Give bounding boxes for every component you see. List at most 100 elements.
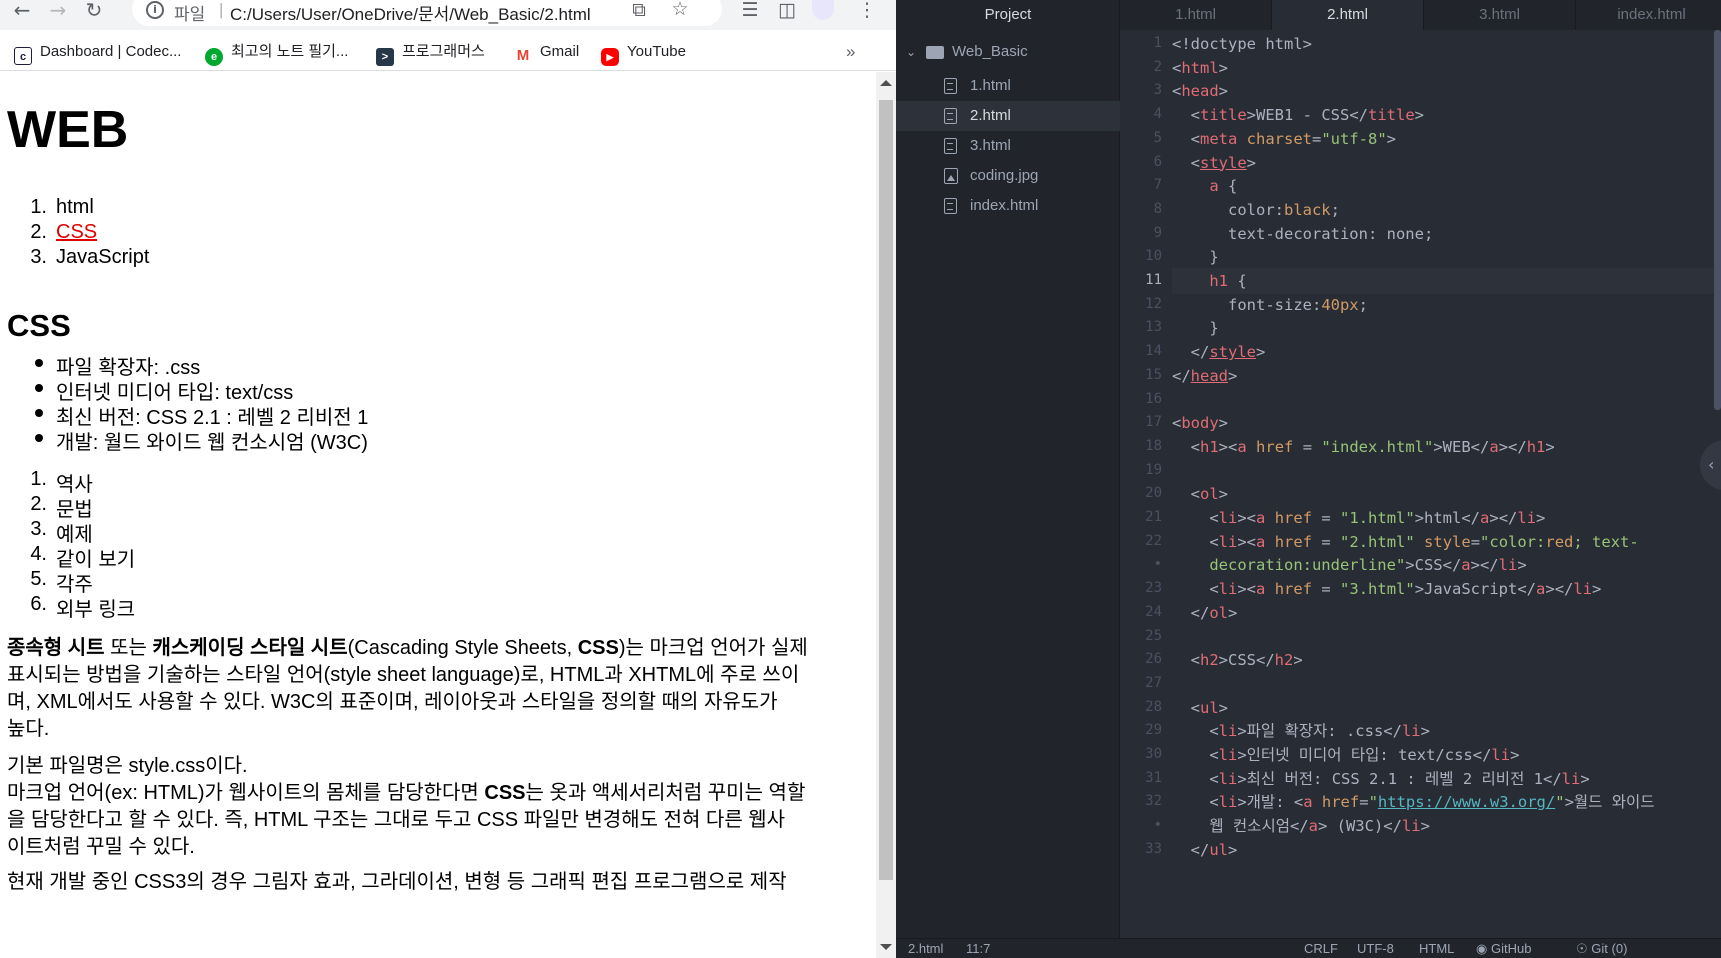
status-git[interactable]: ☉ Git (0) [1576, 939, 1627, 958]
code-line: <li>인터넷 미디어 타입: text/css</li> [1172, 746, 1520, 764]
browser-window: ← → ↻ i 파일 | C:/Users/User/OneDrive/문서/W… [0, 0, 896, 958]
page-scrollbar[interactable] [876, 72, 896, 958]
code-editor: Project ⌄ Web_Basic 1.html 2.html 3.html… [896, 0, 1721, 958]
bookmark-youtube[interactable]: ▶ YouTube [601, 39, 686, 66]
line-number: 16 [1145, 390, 1162, 407]
line-number: 31 [1145, 769, 1162, 786]
page-heading: WEB [7, 100, 128, 160]
tab-2-html[interactable]: 2.html [1272, 0, 1424, 30]
editor-tabs: 1.html 2.html 3.html index.html [1120, 0, 1721, 30]
code-line: <li>파일 확장자: .css</li> [1172, 722, 1430, 741]
code-line: <h2>CSS</h2> [1172, 651, 1303, 670]
file-text-icon [944, 138, 957, 154]
line-number: 6 [1153, 153, 1162, 170]
line-number: 30 [1145, 746, 1162, 762]
tree-file-3-html[interactable]: 3.html [896, 131, 1120, 161]
code-line: <li><a href = "1.html">html</a></li> [1172, 509, 1546, 527]
bookmark-codecademy[interactable]: c Dashboard | Codec... [14, 39, 181, 65]
line-number: 26 [1145, 651, 1162, 668]
code-line: color:black; [1172, 200, 1340, 219]
tree-file-index-html[interactable]: index.html [896, 191, 1120, 221]
status-cursor-position[interactable]: 11:7 [966, 939, 990, 958]
bookmark-star-icon[interactable]: ☆ [668, 0, 692, 20]
code-line: a { [1209, 177, 1238, 196]
kebab-menu-icon[interactable]: ⋮ [855, 0, 879, 21]
nav-link-javascript[interactable]: JavaScript [56, 246, 149, 268]
reading-list-icon[interactable]: ☰ [738, 0, 762, 21]
info-icon[interactable]: i [146, 1, 164, 19]
code-line: <li>개발: <a href="https://www.w3.org/">월드… [1172, 793, 1655, 812]
scroll-down-arrow-icon[interactable] [880, 944, 892, 950]
code-line: <head> [1172, 82, 1229, 101]
nav-link-css[interactable]: CSS [56, 221, 97, 243]
status-bar: 2.html 11:7 CRLF UTF-8 HTML ◉ GitHub ☉ G… [896, 938, 1721, 958]
line-number: 25 [1145, 627, 1162, 644]
tab-index-html[interactable]: index.html [1576, 0, 1721, 30]
scroll-up-arrow-icon[interactable] [880, 80, 892, 86]
line-number: 1 [1153, 35, 1162, 51]
line-number: 9 [1153, 224, 1162, 241]
status-file[interactable]: 2.html [908, 939, 943, 958]
code-area[interactable]: <!doctype html> <html> <head> <title>WEB1 … [1172, 30, 1718, 938]
back-arrow-icon[interactable]: ← [8, 0, 36, 24]
css3-paragraph: 현재 개발 중인 CSS3의 경우 그림자 효과, 그라데이션, 변형 등 그래… [7, 871, 787, 893]
code-line: h1 { [1209, 272, 1247, 290]
url-text[interactable]: C:/Users/User/OneDrive/문서/Web_Basic/2.ht… [230, 0, 591, 25]
code-line: </ol> [1172, 603, 1238, 622]
line-number: 15 [1145, 366, 1162, 383]
current-line-highlight [1172, 268, 1718, 294]
line-number: 4 [1153, 106, 1162, 123]
status-github[interactable]: ◉ GitHub [1476, 939, 1531, 958]
bookmark-evernote[interactable]: e 최고의 노트 필기... [205, 39, 348, 66]
code-line: </ul> [1172, 840, 1238, 859]
bookmarks-overflow-icon[interactable]: » [846, 39, 855, 65]
line-number: 21 [1145, 509, 1162, 525]
tab-1-html[interactable]: 1.html [1120, 0, 1272, 30]
tree-file-1-html[interactable]: 1.html [896, 71, 1120, 101]
side-panel-icon[interactable]: ◫ [775, 0, 799, 21]
line-number: 12 [1145, 295, 1162, 312]
code-line: font-size:40px; [1172, 295, 1368, 314]
bookmark-programmers[interactable]: > 프로그래머스 [376, 39, 485, 66]
status-line-ending[interactable]: CRLF [1304, 939, 1338, 958]
share-icon[interactable]: ⧉ [627, 0, 651, 21]
code-line: <meta charset="utf-8"> [1172, 129, 1397, 148]
status-encoding[interactable]: UTF-8 [1357, 939, 1394, 958]
code-line: <style> [1172, 153, 1257, 172]
url-separator: | [219, 0, 224, 19]
code-line: <title>WEB1 - CSS</title> [1172, 106, 1425, 125]
line-number: 11 [1145, 272, 1162, 288]
code-line: <body> [1172, 414, 1229, 433]
scrollbar-thumb[interactable] [879, 100, 893, 880]
tree-folder-web-basic[interactable]: ⌄ Web_Basic [896, 37, 1120, 67]
line-number: 13 [1145, 319, 1162, 336]
line-number: 14 [1145, 343, 1162, 360]
tree-file-coding-jpg[interactable]: coding.jpg [896, 161, 1120, 191]
file-text-icon [944, 198, 957, 214]
line-number: 20 [1145, 485, 1162, 502]
line-number: 18 [1145, 437, 1162, 454]
status-grammar[interactable]: HTML [1419, 939, 1454, 958]
line-number: 24 [1145, 603, 1162, 620]
bookmark-gmail[interactable]: M Gmail [514, 39, 579, 65]
line-number: 2 [1153, 58, 1162, 75]
address-bar[interactable]: i 파일 | C:/Users/User/OneDrive/문서/Web_Bas… [132, 0, 722, 26]
editor-scrollbar-thumb[interactable] [1714, 30, 1721, 410]
file-text-icon [944, 78, 957, 94]
forward-arrow-icon[interactable]: → [44, 0, 72, 24]
code-line: </style> [1172, 343, 1266, 362]
code-line: decoration:underline">CSS</a></li> [1172, 556, 1527, 575]
home-link[interactable]: WEB [7, 101, 128, 159]
reload-icon[interactable]: ↻ [80, 0, 108, 24]
page-viewport: WEB 1. html 2. CSS 3. JavaScript CSS 파일 … [0, 72, 876, 958]
tree-file-2-html[interactable]: 2.html [896, 101, 1120, 131]
gmail-icon: M [514, 47, 532, 65]
folder-icon [926, 46, 944, 59]
tab-3-html[interactable]: 3.html [1424, 0, 1576, 30]
git-branch-icon: ☉ [1576, 941, 1588, 956]
profile-avatar[interactable] [812, 0, 834, 20]
chevron-down-icon: ⌄ [906, 45, 917, 59]
code-line: <!doctype html> [1172, 35, 1312, 53]
nav-link-html[interactable]: html [56, 196, 94, 218]
line-number: 8 [1153, 200, 1162, 217]
